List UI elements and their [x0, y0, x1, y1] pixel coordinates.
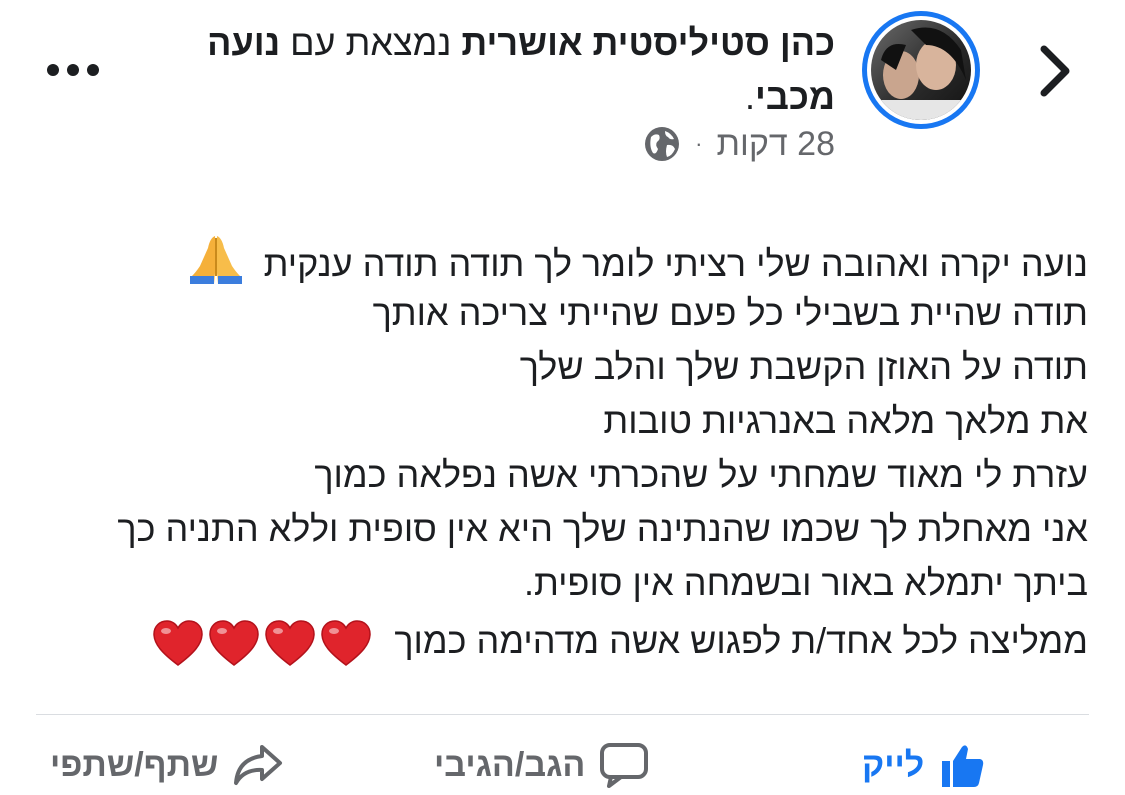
divider	[36, 714, 1089, 715]
heart-emoji	[153, 620, 204, 667]
share-button[interactable]: שתף/שתפי	[50, 735, 284, 795]
post-line: אני מאחלת לך שכמו שהנתינה שלך היא אין סו…	[117, 508, 1088, 549]
more-horizontal-icon	[47, 64, 59, 76]
heart-emoji	[321, 620, 372, 667]
post-meta: 28 דקות ·	[643, 120, 835, 168]
like-label: לייק	[862, 745, 925, 784]
post-header: כהן סטיליסטית אושרית נמצאת עם נועה מכבי.…	[0, 0, 1125, 180]
post-time[interactable]: 28 דקות	[717, 125, 836, 164]
post-line: את מלאך מלאה באנרגיות טובות	[603, 400, 1088, 441]
post-actions: לייק הגב/הגיבי שתף/שתפי	[0, 735, 1125, 795]
post-line: ביתך יתמלא באור ובשמחה אין סופית.	[524, 562, 1088, 603]
post-line: עזרת לי מאוד שמחתי על שהכרתי אשה נפלאה כ…	[314, 454, 1088, 495]
post-line: ממליצה לכל אחד/ת לפגוש אשה מדהימה כמוך	[30, 614, 1088, 668]
separator: ·	[695, 131, 703, 156]
post-author: כהן סטיליסטית אושרית נמצאת עם נועה מכבי.	[207, 22, 835, 117]
hearts-emoji-group	[152, 619, 372, 667]
heart-emoji	[265, 620, 316, 667]
back-button[interactable]	[1026, 40, 1084, 102]
more-options-button[interactable]	[44, 46, 102, 94]
avatar[interactable]	[862, 11, 980, 129]
comment-button[interactable]: הגב/הגיבי	[434, 735, 649, 795]
like-button[interactable]: לייק	[862, 735, 986, 795]
post-line: נועה יקרה ואהובה שלי רציתי לומר לך תודה …	[30, 232, 1088, 286]
author-name[interactable]: כהן סטיליסטית אושרית	[461, 22, 835, 63]
share-icon	[234, 745, 283, 785]
globe-icon	[643, 125, 681, 163]
comment-label: הגב/הגיבי	[434, 745, 586, 784]
author-connector: נמצאת עם	[290, 22, 452, 63]
heart-emoji	[209, 620, 260, 667]
share-label: שתף/שתפי	[50, 745, 219, 784]
post-text: נועה יקרה ואהובה שלי רציתי לומר לך תודה …	[30, 232, 1088, 668]
post-line: תודה על האוזן הקשבת שלך והלב שלך	[519, 346, 1088, 387]
comment-icon	[600, 743, 649, 788]
chevron-right-icon	[1040, 45, 1070, 97]
thumbs-up-icon	[942, 745, 984, 787]
avatar-photo	[871, 20, 971, 120]
folded-hands-emoji	[188, 232, 244, 301]
